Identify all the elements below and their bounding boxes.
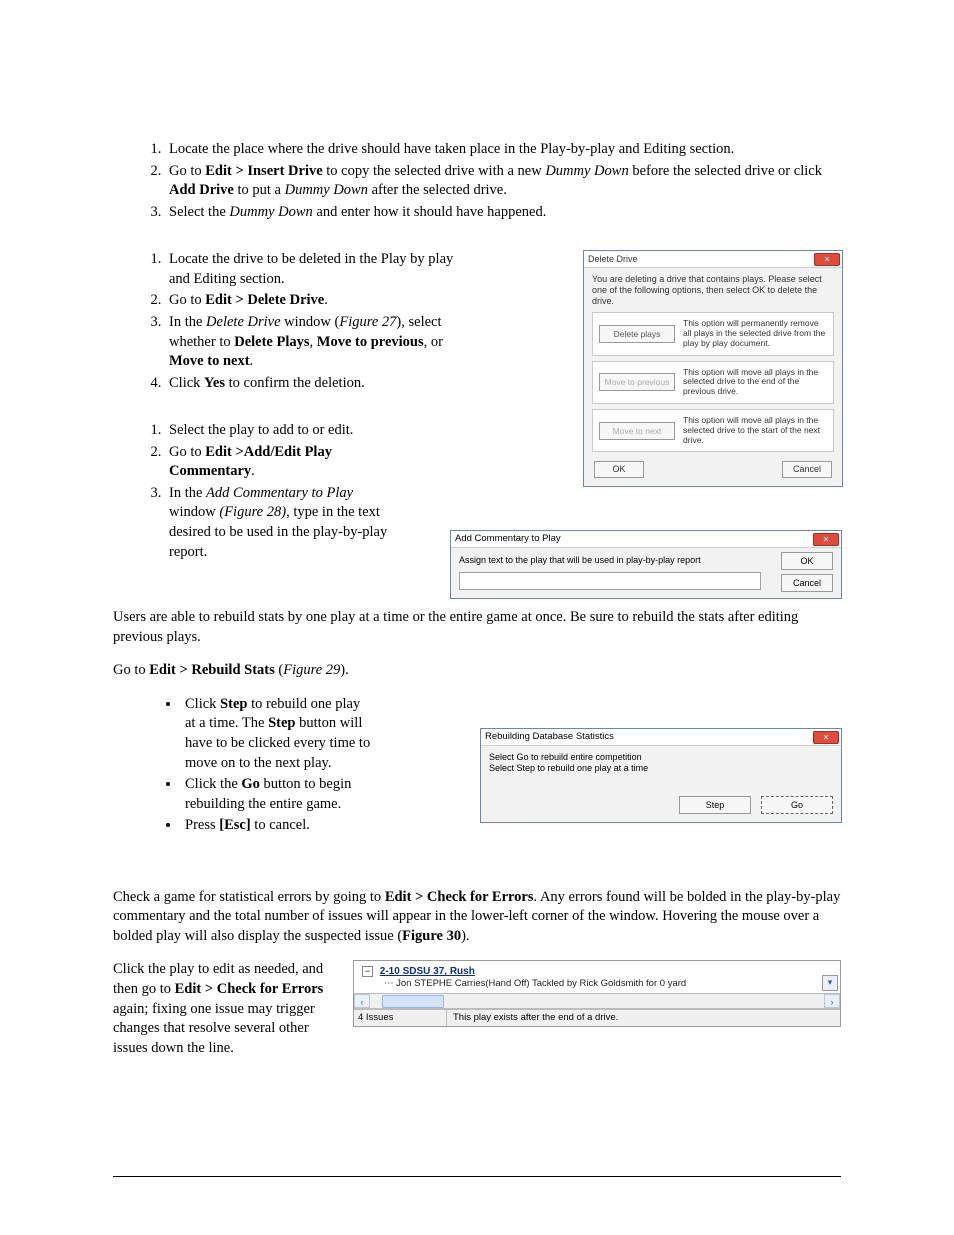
list-item: In the Delete Drive window (Figure 27), …	[165, 313, 473, 372]
dialog-intro: You are deleting a drive that contains p…	[592, 274, 834, 306]
ok-button[interactable]: OK	[781, 552, 833, 570]
delete-drive-steps: Locate the drive to be deleted in the Pl…	[113, 250, 473, 393]
scrollbar[interactable]: ‹ ›	[354, 993, 840, 1009]
errors-para-1: Check a game for statistical errors by g…	[113, 888, 841, 947]
list-item: Locate the place where the drive should …	[165, 140, 841, 160]
scroll-right-icon[interactable]: ›	[824, 994, 840, 1008]
scroll-left-icon[interactable]: ‹	[354, 994, 370, 1008]
list-item: Press [Esc] to cancel.	[181, 816, 373, 836]
commentary-input[interactable]	[459, 572, 761, 590]
scroll-thumb[interactable]	[382, 995, 444, 1008]
move-next-button[interactable]: Move to next	[599, 422, 675, 440]
rebuild-bullets: Click Step to rebuild one play at a time…	[113, 695, 373, 836]
step-button[interactable]: Step	[679, 796, 751, 814]
cancel-button[interactable]: Cancel	[782, 461, 832, 478]
dialog-titlebar: Delete Drive ✕	[584, 251, 842, 268]
list-item: Click Yes to confirm the deletion.	[165, 374, 473, 394]
delete-plays-button[interactable]: Delete plays	[599, 325, 675, 343]
ok-button[interactable]: OK	[594, 461, 644, 478]
rebuild-stats-dialog: Rebuilding Database Statistics ✕ Select …	[480, 728, 842, 823]
errors-para-2: Click the play to edit as needed, and th…	[113, 960, 335, 1058]
move-next-desc: This option will move all plays in the s…	[683, 416, 827, 445]
close-icon[interactable]: ✕	[813, 731, 839, 744]
list-item: In the Add Commentary to Play window (Fi…	[165, 484, 395, 562]
list-item: Go to Edit > Delete Drive.	[165, 291, 473, 311]
issue-message: This play exists after the end of a driv…	[447, 1010, 618, 1026]
collapse-icon[interactable]: −	[362, 966, 373, 977]
rebuild-intro: Users are able to rebuild stats by one p…	[113, 608, 841, 647]
delete-drive-dialog: Delete Drive ✕ You are deleting a drive …	[583, 250, 843, 487]
cancel-button[interactable]: Cancel	[781, 574, 833, 592]
move-previous-button[interactable]: Move to previous	[599, 373, 675, 391]
list-item: Locate the drive to be deleted in the Pl…	[165, 250, 473, 289]
move-previous-desc: This option will move all plays in the s…	[683, 368, 827, 397]
add-commentary-dialog: Add Commentary to Play ✕ Assign text to …	[450, 530, 842, 599]
rebuild-msg: Select Go to rebuild entire competition …	[489, 752, 833, 774]
delete-plays-desc: This option will permanently remove all …	[683, 319, 827, 348]
list-item: Click the Go button to begin rebuilding …	[181, 775, 373, 814]
list-item: Select the Dummy Down and enter how it s…	[165, 203, 841, 223]
play-tree-link[interactable]: 2-10 SDSU 37, Rush	[380, 966, 475, 977]
issue-count: 4 Issues	[354, 1010, 447, 1026]
dialog-title: Delete Drive	[588, 254, 638, 264]
error-check-panel: − 2-10 SDSU 37, Rush ⋯ Jon STEPHE Carrie…	[353, 960, 841, 1026]
list-item: Go to Edit > Insert Drive to copy the se…	[165, 162, 841, 201]
go-button[interactable]: Go	[761, 796, 833, 814]
dialog-titlebar: Rebuilding Database Statistics ✕	[481, 729, 841, 746]
assign-text-label: Assign text to the play that will be use…	[459, 554, 833, 566]
list-item: Click Step to rebuild one play at a time…	[181, 695, 373, 773]
insert-drive-steps: Locate the place where the drive should …	[113, 140, 841, 222]
scroll-down-icon[interactable]: ▾	[822, 975, 838, 991]
dialog-title: Add Commentary to Play	[455, 533, 561, 544]
list-item: Go to Edit >Add/Edit Play Commentary.	[165, 443, 395, 482]
list-item: Select the play to add to or edit.	[165, 421, 395, 441]
rebuild-lead: Go to Edit > Rebuild Stats (Figure 29).	[113, 661, 841, 681]
close-icon[interactable]: ✕	[814, 253, 840, 266]
dialog-title: Rebuilding Database Statistics	[485, 731, 614, 742]
play-tree-detail: ⋯ Jon STEPHE Carries(Hand Off) Tackled b…	[384, 978, 836, 990]
dialog-titlebar: Add Commentary to Play ✕	[451, 531, 841, 548]
close-icon[interactable]: ✕	[813, 533, 839, 546]
add-commentary-steps: Select the play to add to or edit.Go to …	[113, 421, 395, 562]
